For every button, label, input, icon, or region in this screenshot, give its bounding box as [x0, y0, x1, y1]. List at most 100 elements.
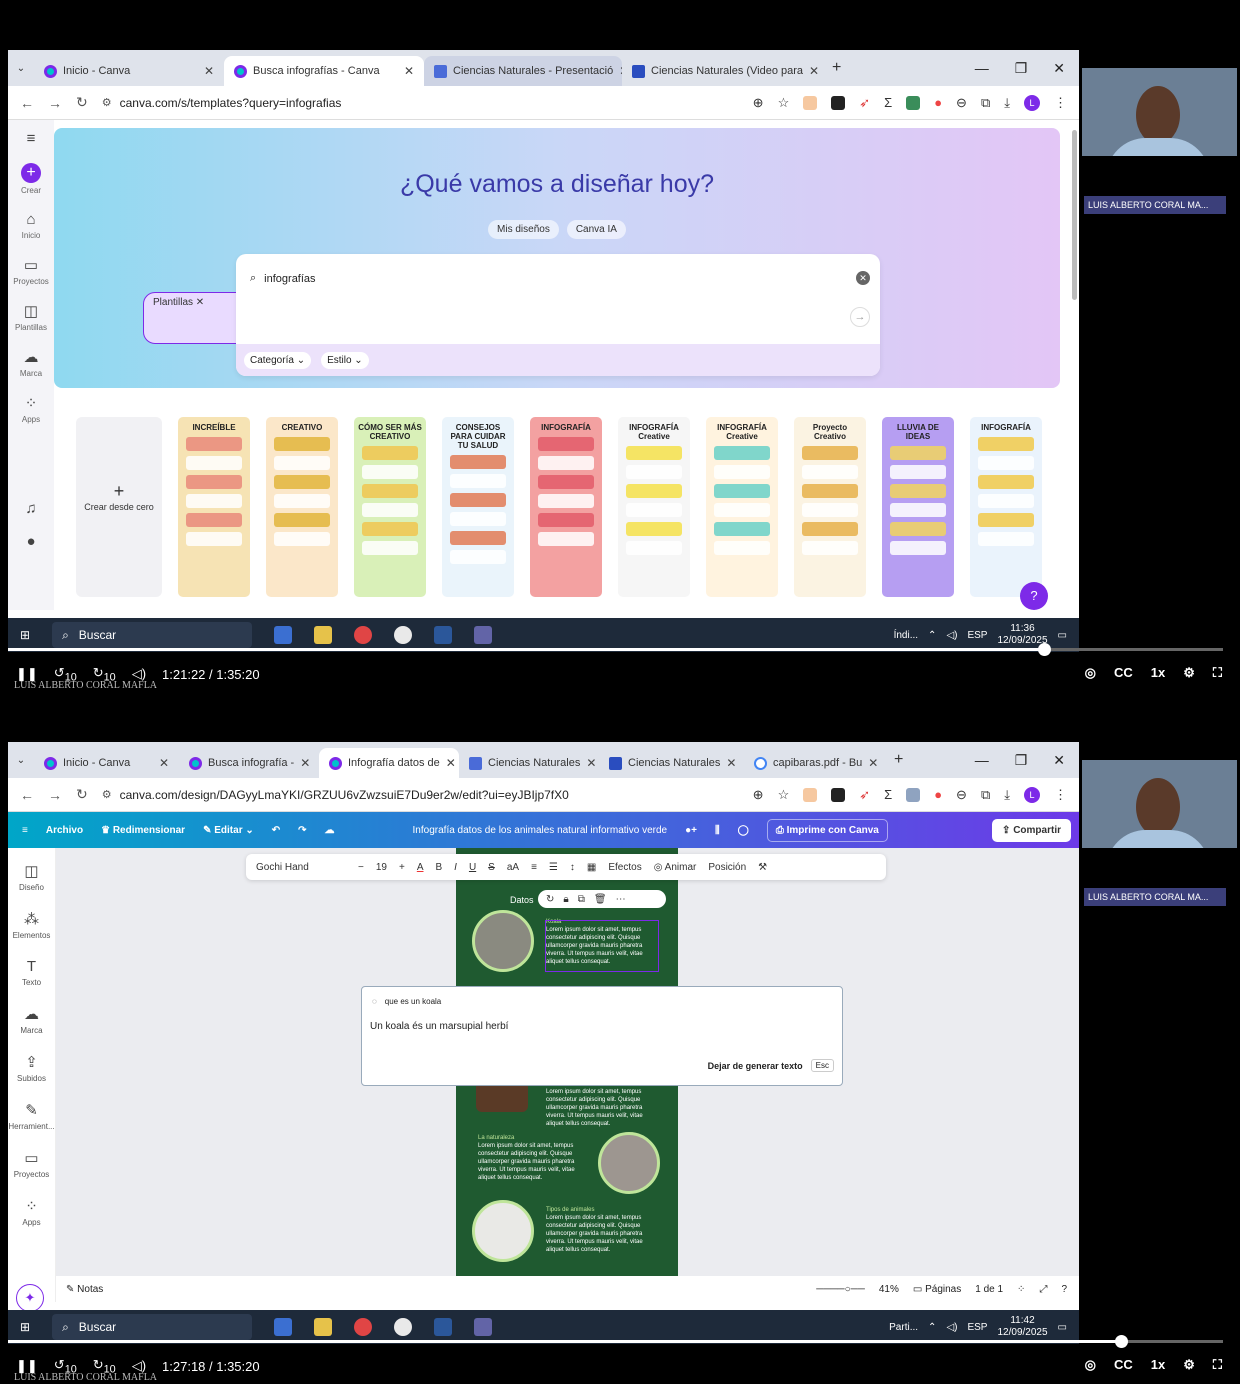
forward-icon[interactable]: →: [48, 787, 62, 803]
settings-gear-icon[interactable]: ⚙: [1183, 665, 1195, 681]
tab-infografia[interactable]: Infografía datos de ✕: [319, 748, 459, 778]
fullscreen-icon[interactable]: ⛶: [1213, 1357, 1222, 1373]
close-icon[interactable]: ✕: [586, 756, 596, 770]
video-progress-bar[interactable]: [8, 1335, 1223, 1348]
template-card[interactable]: CONSEJOS PARA CUIDAR TU SALUD: [442, 417, 514, 597]
redo-icon[interactable]: ↷: [298, 825, 306, 836]
extensions-puzzle-icon[interactable]: ⧉: [981, 787, 990, 803]
strikethrough-icon[interactable]: S: [488, 862, 495, 873]
close-icon[interactable]: ✕: [726, 756, 736, 770]
comment-icon[interactable]: ◯: [738, 825, 749, 836]
volume-icon[interactable]: ◁): [946, 630, 957, 641]
font-size-input[interactable]: 19: [376, 862, 387, 873]
sidebar-item-proyectos[interactable]: ▭ Proyectos: [14, 1149, 50, 1179]
captions-icon[interactable]: CC: [1114, 665, 1133, 681]
restore-icon[interactable]: ❐: [1015, 60, 1028, 77]
taskbar-running-app[interactable]: Parti...: [889, 1322, 918, 1333]
delete-icon[interactable]: 🗑︎: [594, 894, 607, 905]
tray-chevron-icon[interactable]: ⌃: [928, 1322, 936, 1333]
font-size-decrease[interactable]: −: [358, 862, 364, 873]
chip-mis-disenos[interactable]: Mis diseños: [488, 220, 559, 239]
download-icon[interactable]: ⤓: [1004, 95, 1010, 111]
site-info-icon[interactable]: ⚙: [102, 788, 112, 801]
transparency-icon[interactable]: ▦: [587, 862, 596, 873]
video-progress-bar[interactable]: [8, 643, 1223, 656]
sidebar-item-plantillas[interactable]: ◫ Plantillas: [15, 302, 47, 332]
extension-icon[interactable]: ●: [934, 95, 942, 110]
panda-photo[interactable]: [472, 1200, 534, 1262]
profile-avatar[interactable]: L: [1024, 94, 1040, 111]
close-icon[interactable]: ✕: [809, 64, 819, 78]
template-card[interactable]: INCREÍBLE: [178, 417, 250, 597]
paint-format-icon[interactable]: ⚒: [758, 862, 767, 873]
position-button[interactable]: Posición: [708, 862, 746, 873]
sigma-extension-icon[interactable]: Σ: [884, 95, 892, 110]
restore-icon[interactable]: ❐: [1015, 752, 1028, 769]
help-icon[interactable]: ?: [1061, 1284, 1067, 1295]
bookmark-star-icon[interactable]: ☆: [778, 95, 790, 111]
scrollbar[interactable]: [1072, 130, 1077, 300]
extension-icon[interactable]: [831, 787, 846, 802]
profile-avatar[interactable]: L: [1024, 786, 1040, 803]
url-field[interactable]: ⚙ canva.com/design/DAGyyLmaYKI/GRZUU6vZwz…: [102, 788, 569, 802]
spacing-icon[interactable]: ↕: [570, 862, 575, 873]
zoom-extension-icon[interactable]: ⊖: [956, 787, 967, 803]
tab-search-icon[interactable]: ⌄: [8, 755, 34, 766]
sidebar-item-apps[interactable]: ⁘ Apps: [22, 394, 40, 424]
chrome-icon[interactable]: [394, 1318, 413, 1336]
zoom-extension-icon[interactable]: ⊖: [956, 95, 967, 111]
forward-icon[interactable]: →: [48, 95, 62, 111]
fullscreen-icon[interactable]: ⛶: [1213, 665, 1222, 681]
extensions-puzzle-icon[interactable]: ⧉: [981, 95, 990, 111]
close-icon[interactable]: ✕: [159, 756, 169, 770]
extension-icon[interactable]: ●: [934, 787, 942, 802]
italic-icon[interactable]: I: [454, 862, 457, 873]
edit-menu[interactable]: ✎ Editar ⌄: [203, 825, 254, 836]
sidebar-item-herramientas[interactable]: ✎ Herramient...: [8, 1101, 54, 1131]
zoom-icon[interactable]: ⊕: [753, 787, 764, 803]
captions-icon[interactable]: CC: [1114, 1357, 1133, 1373]
windows-start-icon[interactable]: ⊞: [20, 1320, 30, 1334]
lock-icon[interactable]: 🔒︎: [563, 894, 568, 905]
tray-chevron-icon[interactable]: ⌃: [928, 630, 936, 641]
rotate-icon[interactable]: ↻: [546, 894, 554, 905]
extension-icon[interactable]: ➶: [859, 787, 870, 803]
taskbar-search[interactable]: ⌕ Buscar: [52, 622, 253, 648]
file-explorer-icon[interactable]: [314, 626, 333, 644]
tipos-text[interactable]: Tipos de animales Lorem ipsum dolor sit a…: [546, 1206, 656, 1254]
language-indicator[interactable]: ESP: [967, 1322, 987, 1333]
submit-arrow-icon[interactable]: →: [850, 307, 870, 327]
tab-ciencias-video[interactable]: Ciencias Naturales ✕: [599, 748, 744, 778]
back-icon[interactable]: ←: [20, 95, 34, 111]
close-window-icon[interactable]: ✕: [1053, 60, 1065, 77]
template-card[interactable]: INFOGRAFÍA Creative: [618, 417, 690, 597]
owl-photo[interactable]: [598, 1132, 660, 1194]
sidebar-item-apps[interactable]: ⁘ Apps: [22, 1197, 40, 1227]
sidebar-item-proyectos[interactable]: ▭ Proyectos: [13, 256, 49, 286]
back-icon[interactable]: ←: [20, 787, 34, 803]
menu-icon[interactable]: ≡: [22, 825, 28, 836]
sidebar-item-diseno[interactable]: ◫ Diseño: [19, 862, 44, 892]
undo-icon[interactable]: ↶: [272, 825, 280, 836]
sidebar-item-inicio[interactable]: ⌂ Inicio: [22, 211, 41, 240]
close-window-icon[interactable]: ✕: [1053, 752, 1065, 769]
sidebar-item-elementos[interactable]: ⁂ Elementos: [13, 910, 51, 940]
progress-knob[interactable]: [1038, 643, 1052, 656]
help-button[interactable]: ?: [1020, 582, 1048, 610]
body-text[interactable]: Lorem ipsum dolor sit amet, tempus conse…: [546, 1088, 656, 1128]
teams-icon[interactable]: [474, 626, 493, 644]
extension-icon[interactable]: [906, 95, 921, 110]
audio-description-icon[interactable]: ◎: [1085, 665, 1096, 681]
teams-icon[interactable]: [474, 1318, 493, 1336]
selection-box[interactable]: [545, 920, 659, 972]
notifications-icon[interactable]: ♫: [25, 500, 36, 517]
close-icon[interactable]: ✕: [404, 64, 414, 78]
word-icon[interactable]: [434, 626, 453, 644]
close-icon[interactable]: ✕: [300, 756, 310, 770]
grid-view-icon[interactable]: ⁘: [1017, 1284, 1025, 1295]
chip-canva-ia[interactable]: Canva IA: [566, 220, 626, 239]
extension-icon[interactable]: [803, 95, 818, 110]
reload-icon[interactable]: ↻: [76, 786, 88, 803]
align-icon[interactable]: ≡: [531, 862, 537, 873]
list-icon[interactable]: ☰: [549, 862, 558, 873]
